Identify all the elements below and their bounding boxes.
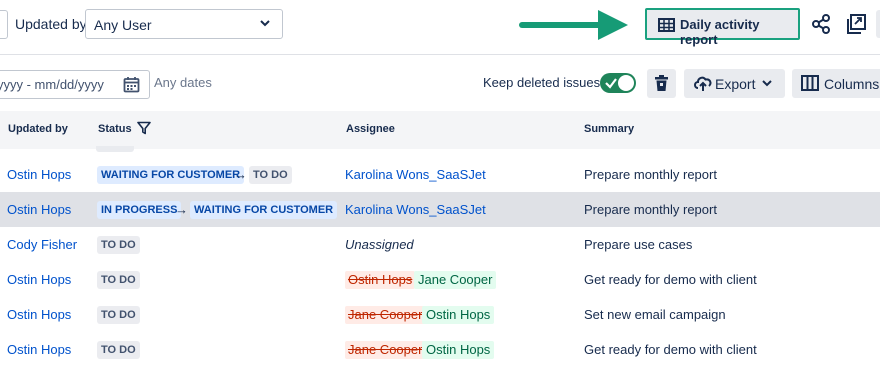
date-range-hint: Any dates	[154, 75, 212, 90]
updated-by-link[interactable]: Ostin Hops	[7, 307, 71, 322]
status-to-badge: WAITING FOR CUSTOMER	[190, 201, 338, 219]
table-row[interactable]: Ostin Hops TO DO Ostin Hops Jane Cooper …	[0, 262, 880, 297]
columns-label: Columns	[824, 76, 880, 92]
updated-by-link[interactable]: Ostin Hops	[7, 202, 71, 217]
summary-text: Prepare monthly report	[584, 202, 717, 217]
date-placeholder: yyyy - mm/dd/yyyy	[0, 77, 104, 92]
arrow-right-icon: →	[234, 167, 247, 182]
daily-activity-report-label: Daily activity report	[680, 17, 760, 47]
summary-text: Prepare monthly report	[584, 167, 717, 182]
columns-icon	[801, 75, 819, 91]
table-row[interactable]: Ostin Hops WAITING FOR CUSTOMER → TO DO …	[0, 157, 880, 192]
status-badge: TO DO	[97, 271, 140, 289]
table-row[interactable]: Ostin Hops IN PROGRESS → WAITING FOR CUS…	[0, 192, 880, 227]
assignee-added: Jane Cooper	[414, 271, 497, 289]
export-button[interactable]: Export	[684, 69, 785, 98]
status-badge: TO DO	[97, 341, 140, 359]
summary-text: Prepare use cases	[584, 237, 693, 252]
summary-text: Get ready for demo with client	[584, 272, 757, 287]
summary-text: Get ready for demo with client	[584, 342, 757, 357]
keep-deleted-label: Keep deleted issues	[483, 75, 601, 90]
filter-bar: Updated by: Any User Daily activity repo…	[0, 0, 880, 55]
updated-by-label: Updated by:	[15, 16, 91, 32]
assignee-removed: Ostin Hops	[345, 271, 416, 289]
export-file-icon[interactable]	[843, 10, 871, 38]
column-header-assignee[interactable]: Assignee	[346, 123, 395, 135]
updated-by-link[interactable]: Ostin Hops	[7, 342, 71, 357]
table-row[interactable]: Cody Fisher TO DO Unassigned Prepare use…	[0, 227, 880, 262]
clear-deleted-button[interactable]	[647, 69, 676, 98]
assignee-link[interactable]: Karolina Wons_SaaSJet	[345, 167, 486, 182]
table-header: Updated by Status Assignee Summary	[0, 111, 880, 149]
share-icon[interactable]	[807, 10, 835, 38]
chevron-down-icon	[260, 20, 270, 27]
chevron-down-icon	[762, 80, 772, 87]
status-badge: TO DO	[97, 236, 140, 254]
filter-icon[interactable]	[137, 121, 151, 135]
daily-activity-report-button[interactable]: Daily activity report	[645, 8, 800, 47]
truncated-button[interactable]	[876, 10, 880, 38]
options-bar: yyyy - mm/dd/yyyy Any dates Keep deleted…	[0, 55, 880, 111]
check-icon	[605, 78, 617, 89]
truncated-control[interactable]	[0, 10, 8, 39]
keep-deleted-toggle[interactable]	[600, 73, 636, 93]
date-input[interactable]: yyyy - mm/dd/yyyy	[0, 70, 150, 99]
columns-button[interactable]: Columns	[792, 69, 880, 98]
updated-by-link[interactable]: Cody Fisher	[7, 237, 77, 252]
status-badge: TO DO	[97, 306, 140, 324]
updated-by-link[interactable]: Ostin Hops	[7, 167, 71, 182]
summary-text: Set new email campaign	[584, 307, 726, 322]
arrow-right-icon: →	[175, 202, 188, 217]
assignee-removed: Jane Cooper	[345, 306, 426, 324]
table-grid-icon	[658, 18, 675, 32]
column-header-summary[interactable]: Summary	[584, 123, 634, 135]
table-row[interactable]: Ostin Hops TO DO Jane Cooper Ostin Hops …	[0, 332, 880, 365]
updated-by-select[interactable]: Any User	[85, 9, 283, 39]
toggle-knob	[618, 75, 634, 91]
updated-by-value: Any User	[94, 17, 152, 33]
table-row[interactable]: Ostin Hops TO DO Jane Cooper Ostin Hops …	[0, 297, 880, 332]
export-label: Export	[715, 76, 756, 92]
assignee-added: Ostin Hops	[422, 341, 495, 359]
page: Updated by: Any User Daily activity repo…	[0, 0, 880, 365]
callout-arrow	[519, 10, 628, 40]
column-header-status[interactable]: Status	[98, 123, 132, 135]
assignee-removed: Jane Cooper	[345, 341, 426, 359]
cloud-upload-icon	[694, 76, 712, 91]
status-from-badge: WAITING FOR CUSTOMER	[97, 166, 245, 184]
assignee-unassigned: Unassigned	[345, 237, 414, 252]
column-header-updated-by[interactable]: Updated by	[8, 123, 68, 135]
trash-icon	[655, 75, 668, 91]
calendar-icon[interactable]	[123, 76, 140, 93]
assignee-added: Ostin Hops	[422, 306, 495, 324]
status-from-badge: IN PROGRESS	[97, 201, 182, 219]
status-to-badge: TO DO	[249, 166, 292, 184]
assignee-link[interactable]: Karolina Wons_SaaSJet	[345, 202, 486, 217]
updated-by-link[interactable]: Ostin Hops	[7, 272, 71, 287]
scrolled-row-fragment	[96, 146, 134, 152]
